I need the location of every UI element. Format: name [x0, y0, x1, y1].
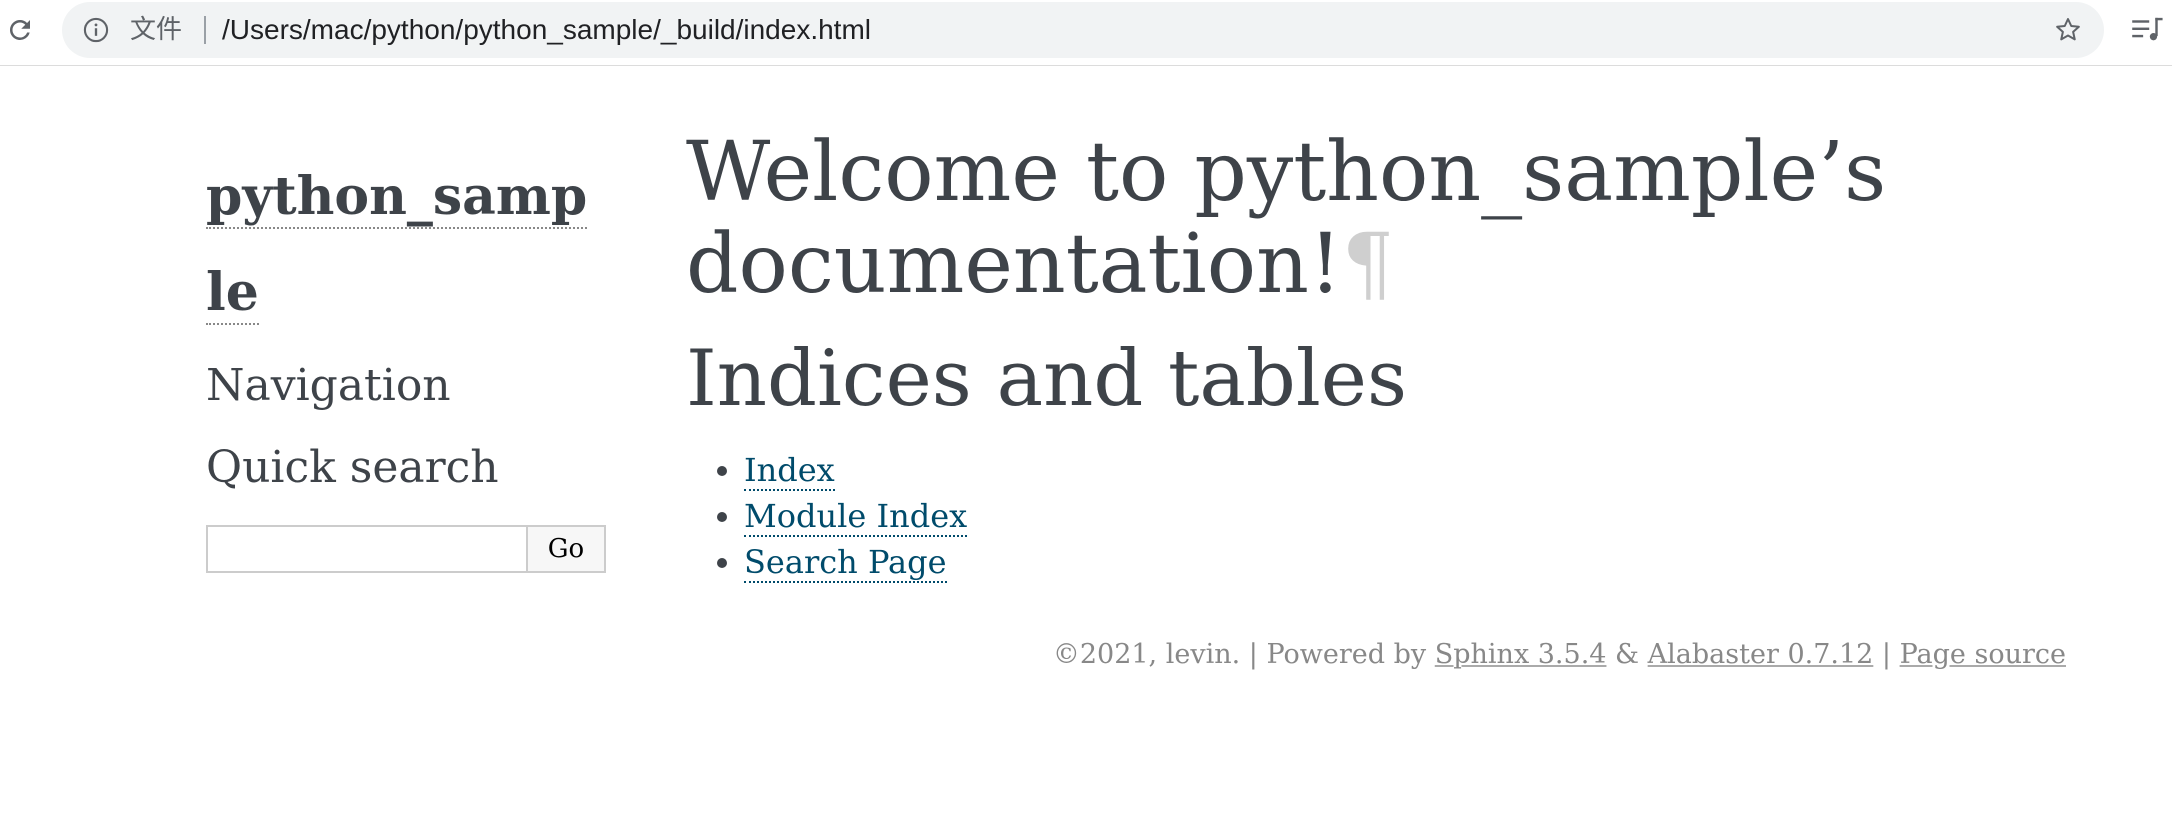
documentation-page: python_sample Navigation Quick search Go…: [0, 67, 2172, 818]
navigation-heading: Navigation: [206, 360, 451, 411]
list-item: Index: [744, 447, 2066, 493]
project-logo: python_sample: [206, 155, 606, 347]
page-title-text: Welcome to python_sample’s documentation…: [686, 125, 1887, 312]
search-page-link[interactable]: Search Page: [744, 543, 947, 583]
footer-separator: |: [1873, 639, 1900, 670]
quick-search-form: Go: [206, 525, 606, 573]
go-button[interactable]: Go: [526, 525, 606, 573]
alabaster-link[interactable]: Alabaster 0.7.12: [1648, 639, 1874, 670]
indices-list: Index Module Index Search Page: [686, 447, 2066, 585]
url-text[interactable]: /Users/mac/python/python_sample/_build/i…: [222, 13, 871, 47]
page-title: Welcome to python_sample’s documentation…: [686, 127, 2066, 311]
reload-icon[interactable]: [4, 14, 36, 46]
search-input[interactable]: [206, 525, 526, 573]
browser-toolbar: 文件 /Users/mac/python/python_sample/_buil…: [0, 0, 2172, 66]
star-icon[interactable]: [2052, 14, 2084, 46]
main-content: Welcome to python_sample’s documentation…: [686, 127, 2066, 585]
address-bar[interactable]: 文件 /Users/mac/python/python_sample/_buil…: [62, 2, 2104, 58]
page-source-link[interactable]: Page source: [1900, 639, 2066, 670]
omnibox-divider: [204, 16, 206, 44]
sphinx-link[interactable]: Sphinx 3.5.4: [1435, 639, 1607, 670]
footer: ©2021, levin. | Powered by Sphinx 3.5.4 …: [1053, 639, 2066, 670]
file-scheme-label: 文件: [130, 15, 183, 45]
project-name-link[interactable]: python_sample: [206, 166, 588, 325]
quick-search-heading: Quick search: [206, 442, 499, 493]
sidebar: python_sample Navigation Quick search Go: [206, 155, 611, 573]
reading-list-icon[interactable]: [2130, 14, 2166, 46]
info-icon[interactable]: [82, 16, 110, 44]
footer-ampersand: &: [1606, 639, 1648, 670]
footer-copyright: ©2021, levin. | Powered by: [1052, 639, 1435, 670]
list-item: Module Index: [744, 493, 2066, 539]
permalink-pilcrow[interactable]: ¶: [1342, 217, 1394, 312]
section-title: Indices and tables: [686, 334, 1407, 424]
list-item: Search Page: [744, 539, 2066, 585]
index-link[interactable]: Index: [744, 451, 835, 491]
module-index-link[interactable]: Module Index: [744, 497, 968, 537]
